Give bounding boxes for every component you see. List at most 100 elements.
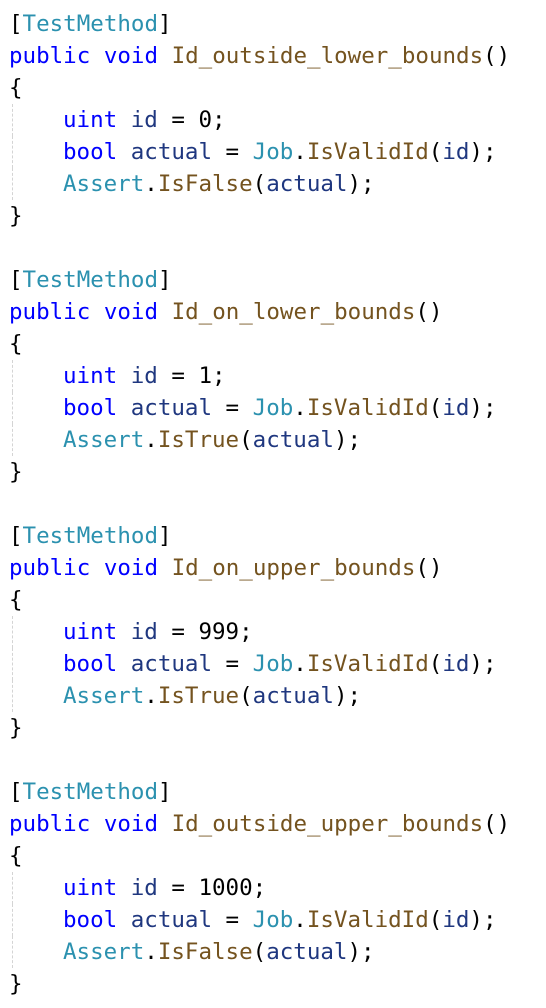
- open-brace: {: [9, 587, 23, 613]
- close-bracket: ]: [158, 523, 172, 549]
- keyword-public: public: [9, 299, 91, 325]
- method-isvalidid: IsValidId: [306, 139, 429, 165]
- assign: =: [157, 107, 199, 133]
- open-paren: (: [239, 427, 253, 453]
- indent-guide: [12, 360, 13, 392]
- actual-declaration-line: bool actual = Job.IsValidId(id);: [9, 136, 539, 168]
- dot: .: [144, 171, 158, 197]
- attribute-name: TestMethod: [22, 11, 159, 37]
- type-bool: bool: [63, 139, 118, 165]
- variable-actual: actual: [130, 395, 213, 421]
- semicolon: ;: [212, 107, 226, 133]
- actual-declaration-line: bool actual = Job.IsValidId(id);: [9, 392, 539, 424]
- dot: .: [144, 427, 158, 453]
- method-isvalidid: IsValidId: [306, 651, 429, 677]
- close-bracket: ]: [158, 11, 172, 37]
- variable-id: id: [130, 619, 158, 645]
- attribute-name: TestMethod: [22, 523, 159, 549]
- class-job: Job: [252, 139, 294, 165]
- attribute-line: [TestMethod]: [9, 8, 539, 40]
- parens: (): [483, 811, 511, 837]
- dot: .: [293, 651, 307, 677]
- indent-guide: [12, 872, 13, 904]
- keyword-void: void: [103, 43, 159, 69]
- variable-actual: actual: [130, 139, 213, 165]
- indent-guide: [12, 936, 13, 968]
- method-signature-line: public void Id_outside_lower_bounds(): [9, 40, 539, 72]
- semicolon: ;: [212, 363, 226, 389]
- indent-guide: [12, 136, 13, 168]
- indent-guide: [12, 648, 13, 680]
- open-paren: (: [428, 395, 443, 421]
- close-brace: }: [9, 715, 23, 741]
- close-brace: }: [9, 459, 23, 485]
- variable-id: id: [130, 875, 158, 901]
- assign: =: [157, 875, 199, 901]
- open-paren: (: [239, 683, 253, 709]
- close-paren: );: [469, 907, 497, 933]
- open-paren: (: [428, 907, 443, 933]
- close-paren: );: [347, 939, 375, 965]
- assert-line: Assert.IsTrue(actual);: [9, 424, 539, 456]
- variable-id: id: [130, 107, 158, 133]
- argument-id: id: [442, 395, 470, 421]
- assert-line: Assert.IsFalse(actual);: [9, 936, 539, 968]
- open-paren: (: [428, 651, 443, 677]
- assert-line: Assert.IsTrue(actual);: [9, 680, 539, 712]
- assert-method: IsTrue: [157, 683, 240, 709]
- keyword-public: public: [9, 811, 91, 837]
- argument-actual: actual: [252, 427, 334, 453]
- parens: (): [415, 299, 443, 325]
- class-assert: Assert: [63, 683, 145, 709]
- id-declaration-line: uint id = 999;: [9, 616, 539, 648]
- indent-guide: [12, 680, 13, 712]
- open-bracket: [: [9, 779, 23, 805]
- keyword-void: void: [103, 299, 159, 325]
- id-declaration-line: uint id = 1;: [9, 360, 539, 392]
- assign: =: [157, 363, 199, 389]
- type-uint: uint: [63, 107, 118, 133]
- class-job: Job: [252, 651, 294, 677]
- type-uint: uint: [63, 875, 118, 901]
- assign: =: [212, 395, 253, 421]
- open-brace-line: {: [9, 72, 539, 104]
- class-job: Job: [252, 395, 294, 421]
- attribute-line: [TestMethod]: [9, 264, 539, 296]
- open-paren: (: [428, 139, 443, 165]
- method-isvalidid: IsValidId: [306, 395, 429, 421]
- indent-guide: [12, 616, 13, 648]
- class-assert: Assert: [63, 171, 145, 197]
- assert-method: IsFalse: [157, 171, 253, 197]
- variable-id: id: [130, 363, 158, 389]
- indent-guide: [12, 168, 13, 200]
- id-declaration-line: uint id = 0;: [9, 104, 539, 136]
- dot: .: [293, 139, 307, 165]
- method-isvalidid: IsValidId: [306, 907, 429, 933]
- argument-id: id: [442, 907, 470, 933]
- assign: =: [157, 619, 199, 645]
- actual-declaration-line: bool actual = Job.IsValidId(id);: [9, 648, 539, 680]
- keyword-public: public: [9, 555, 91, 581]
- id-declaration-line: uint id = 1000;: [9, 872, 539, 904]
- id-value: 1000: [198, 875, 253, 901]
- open-brace-line: {: [9, 584, 539, 616]
- argument-id: id: [442, 651, 470, 677]
- code-editor[interactable]: [TestMethod] public void Id_outside_lower…: [9, 8, 539, 1000]
- method-name: Id_outside_lower_bounds: [171, 43, 484, 69]
- keyword-void: void: [103, 555, 159, 581]
- dot: .: [144, 683, 158, 709]
- argument-id: id: [442, 139, 470, 165]
- parens: (): [415, 555, 443, 581]
- close-brace-line: }: [9, 968, 539, 1000]
- close-paren: );: [469, 651, 497, 677]
- close-paren: );: [469, 395, 497, 421]
- open-bracket: [: [9, 267, 23, 293]
- method-signature-line: public void Id_outside_upper_bounds(): [9, 808, 539, 840]
- semicolon: ;: [252, 875, 267, 901]
- close-brace-line: }: [9, 200, 539, 232]
- assert-method: IsTrue: [157, 427, 240, 453]
- method-name: Id_on_lower_bounds: [171, 299, 416, 325]
- attribute-name: TestMethod: [22, 267, 159, 293]
